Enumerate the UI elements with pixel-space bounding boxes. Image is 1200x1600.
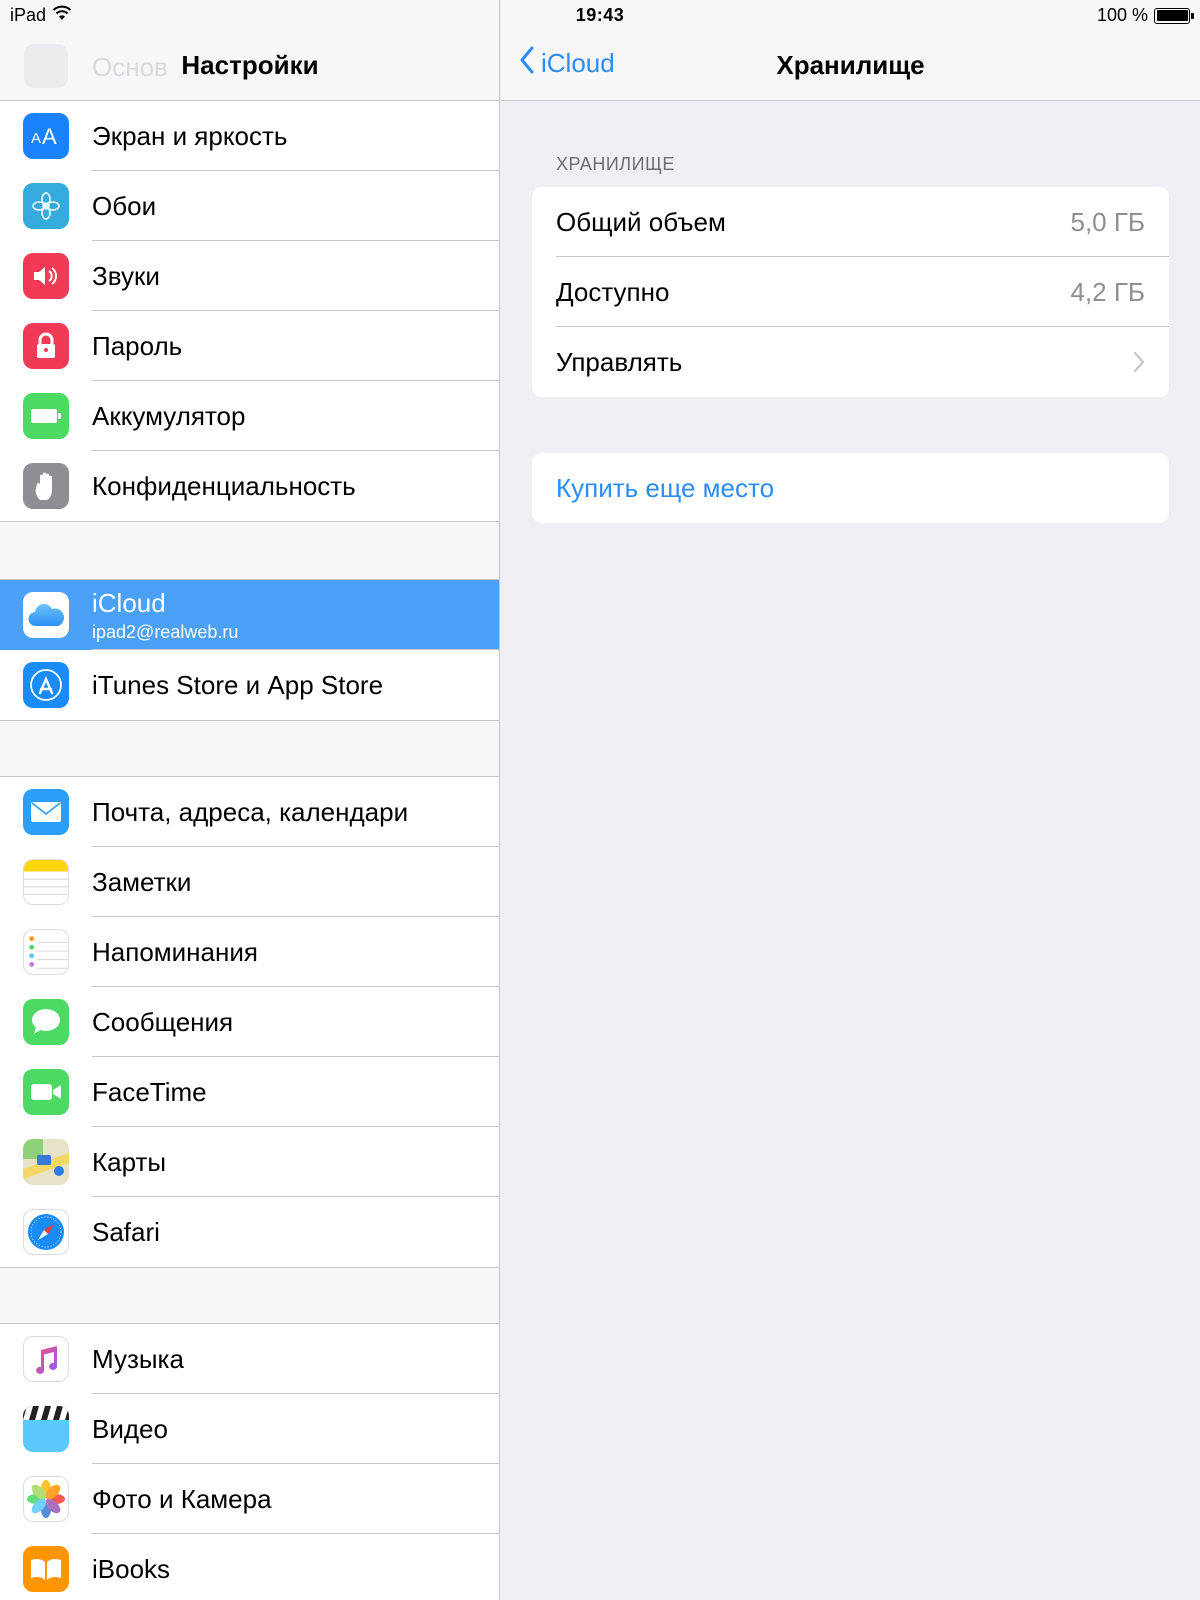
lock-icon: [23, 323, 69, 369]
battery-icon: [1154, 7, 1194, 24]
sidebar-item-label: Карты: [92, 1146, 167, 1177]
sidebar-item-label: Аккумулятор: [92, 400, 246, 431]
music-note-icon: [23, 1336, 69, 1382]
display-brightness-icon: AA: [23, 113, 69, 159]
manage-storage-label: Управлять: [556, 346, 683, 377]
sidebar-item-itunes-app-store[interactable]: iTunes Store и App Store: [0, 650, 499, 720]
sidebar-item-label: iCloud: [92, 588, 166, 618]
sidebar-item-label: Видео: [92, 1413, 168, 1444]
sidebar-item-ibooks[interactable]: iBooks: [0, 1534, 499, 1600]
page-title: Хранилище: [776, 50, 925, 80]
sidebar-item-label: Пароль: [92, 330, 183, 361]
svg-text:A: A: [31, 130, 41, 147]
sidebar-item-music[interactable]: Музыка: [0, 1324, 499, 1394]
settings-group-accounts: iCloud ipad2@realweb.ru iTunes Store и A…: [0, 579, 499, 721]
maps-icon: [23, 1139, 69, 1185]
manage-storage-row[interactable]: Управлять: [532, 327, 1169, 397]
sidebar-item-label: Сообщения: [92, 1006, 234, 1037]
storage-card: Общий объем 5,0 ГБ Доступно 4,2 ГБ Управ…: [532, 187, 1169, 397]
sidebar-item-reminders[interactable]: Напоминания: [0, 917, 499, 987]
app-store-icon: [23, 662, 69, 708]
sidebar-item-label: iBooks: [92, 1553, 171, 1584]
sidebar-item-privacy[interactable]: Конфиденциальность: [0, 451, 499, 521]
messages-icon: [23, 999, 69, 1045]
status-right: 100 %: [1096, 5, 1194, 26]
sidebar-item-label: Фото и Камера: [92, 1483, 272, 1514]
sidebar-item-photos-camera[interactable]: Фото и Камера: [0, 1464, 499, 1534]
sidebar-item-facetime[interactable]: FaceTime: [0, 1057, 499, 1127]
sidebar-item-label: iTunes Store и App Store: [92, 669, 384, 700]
sidebar-item-label: Экран и яркость: [92, 120, 288, 151]
video-clapper-icon: [23, 1406, 69, 1452]
sidebar-item-display[interactable]: AA Экран и яркость: [0, 101, 499, 171]
available-storage-row: Доступно 4,2 ГБ: [532, 257, 1169, 327]
sidebar-item-wallpaper[interactable]: Обои: [0, 171, 499, 241]
sidebar-item-videos[interactable]: Видео: [0, 1394, 499, 1464]
sidebar-item-messages[interactable]: Сообщения: [0, 987, 499, 1057]
svg-text:A: A: [42, 124, 57, 148]
safari-compass-icon: [23, 1209, 69, 1255]
sidebar-item-maps[interactable]: Карты: [0, 1127, 499, 1197]
total-storage-label: Общий объем: [556, 206, 726, 237]
sidebar-item-battery[interactable]: Аккумулятор: [0, 381, 499, 451]
settings-sidebar: Основ Настройки AA Экран и яркость Обои …: [0, 0, 500, 1600]
settings-group-apps: Почта, адреса, календари Заметки Напомин…: [0, 776, 499, 1268]
total-storage-row: Общий объем 5,0 ГБ: [532, 187, 1169, 257]
hand-icon: [23, 463, 69, 509]
reminders-icon: [23, 929, 69, 975]
wallpaper-flower-icon: [23, 183, 69, 229]
chevron-right-icon: [1133, 351, 1145, 378]
available-storage-label: Доступно: [556, 276, 670, 307]
sidebar-item-sounds[interactable]: Звуки: [0, 241, 499, 311]
photos-icon: [23, 1476, 69, 1522]
facetime-camera-icon: [23, 1069, 69, 1115]
settings-group-display: AA Экран и яркость Обои Звуки Пароль Акк…: [0, 101, 499, 522]
total-storage-value: 5,0 ГБ: [1070, 206, 1145, 237]
sidebar-item-label: Звуки: [92, 260, 160, 291]
section-header: ХРАНИЛИЩЕ: [556, 154, 675, 174]
icloud-icon: [23, 592, 69, 638]
settings-group-media: Музыка Видео Фото и Камера iBooks: [0, 1323, 499, 1600]
mail-icon: [23, 789, 69, 835]
battery-icon: [23, 393, 69, 439]
ibooks-icon: [23, 1546, 69, 1592]
buy-more-storage-label: Купить еще место: [556, 472, 775, 503]
detail-pane: iCloud Хранилище ХРАНИЛИЩЕ Общий объем 5…: [501, 0, 1200, 1600]
sidebar-item-label: Safari: [92, 1216, 160, 1247]
battery-percent: 100 %: [1096, 5, 1148, 25]
status-bar: iPad 19:43 100 %: [0, 0, 1200, 32]
sidebar-item-mail[interactable]: Почта, адреса, календари: [0, 777, 499, 847]
speaker-icon: [23, 253, 69, 299]
sidebar-item-label: Музыка: [92, 1343, 184, 1374]
sidebar-title: Настройки: [181, 50, 319, 80]
sidebar-item-label: Почта, адреса, календари: [92, 796, 409, 827]
sidebar-item-label: Напоминания: [92, 936, 258, 967]
sidebar-item-label: Конфиденциальность: [92, 470, 356, 501]
buy-storage-card: Купить еще место: [532, 453, 1169, 523]
available-storage-value: 4,2 ГБ: [1070, 276, 1145, 307]
sidebar-item-safari[interactable]: Safari: [0, 1197, 499, 1267]
sidebar-item-label: Обои: [92, 190, 157, 221]
icloud-account-email: ipad2@realweb.ru: [92, 622, 239, 642]
status-time: 19:43: [575, 5, 625, 25]
sidebar-item-label: FaceTime: [92, 1076, 207, 1107]
sidebar-item-passcode[interactable]: Пароль: [0, 311, 499, 381]
notes-icon: [23, 859, 69, 905]
sidebar-item-label: Заметки: [92, 866, 192, 897]
sidebar-item-notes[interactable]: Заметки: [0, 847, 499, 917]
sidebar-item-icloud[interactable]: iCloud ipad2@realweb.ru: [0, 580, 499, 650]
buy-more-storage-button[interactable]: Купить еще место: [532, 453, 1169, 523]
